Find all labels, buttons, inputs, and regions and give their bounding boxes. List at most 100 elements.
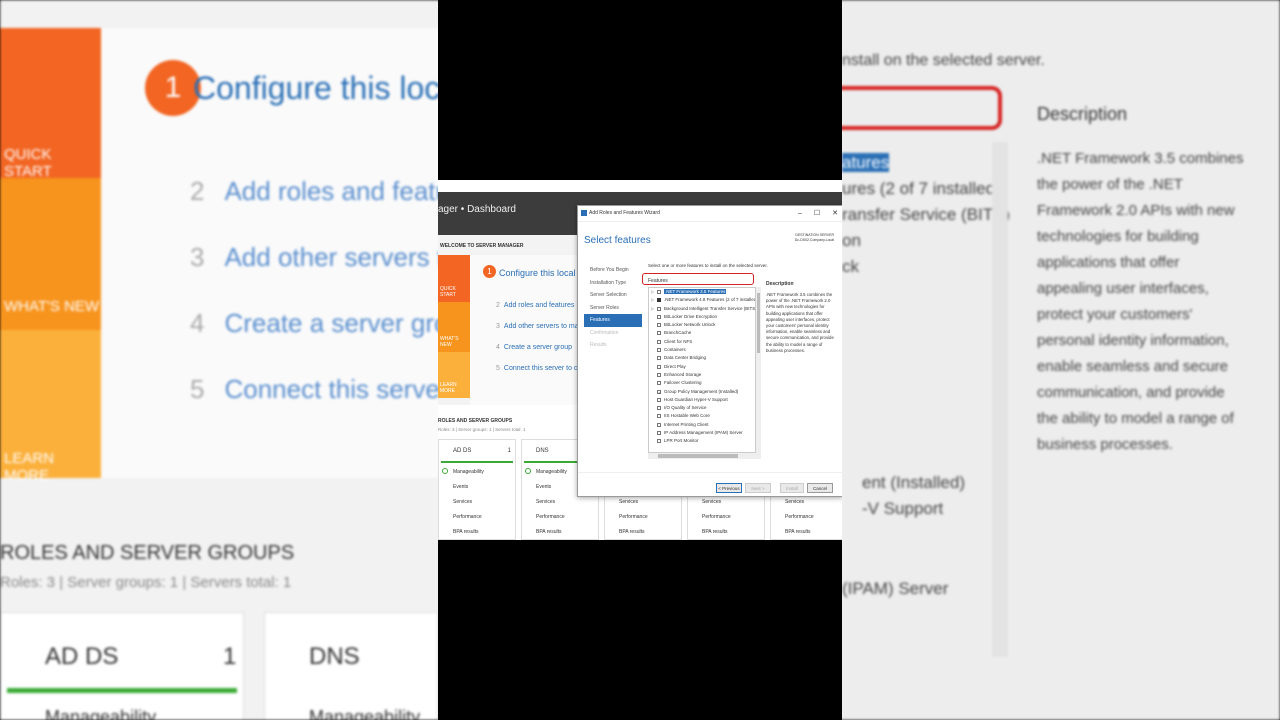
previous-button[interactable]: < Previous	[716, 483, 742, 493]
feature-checkbox[interactable]	[657, 406, 661, 411]
feature-checkbox[interactable]	[657, 306, 661, 311]
feature-checkbox[interactable]	[657, 290, 661, 294]
feature-checkbox[interactable]	[657, 414, 661, 419]
feature-item[interactable]: BitLocker Network Unlock	[649, 321, 755, 329]
wizard-nav-item[interactable]: Confirmation	[584, 327, 642, 340]
feature-item[interactable]: IP Address Management (IPAM) Server	[649, 429, 755, 437]
services-link[interactable]: Services	[453, 499, 472, 505]
feature-checkbox[interactable]	[657, 364, 661, 369]
performance-link[interactable]: Performance	[702, 514, 731, 520]
wizard-nav-item[interactable]: Installation Type	[584, 277, 642, 290]
expand-arrow-icon[interactable]: ▷	[651, 305, 654, 313]
wizard-nav-item[interactable]: Server Roles	[584, 302, 642, 315]
wizard-nav-item[interactable]: Features	[584, 314, 642, 327]
feature-item[interactable]: Internet Printing Client	[649, 421, 755, 429]
performance-link[interactable]: Performance	[785, 514, 814, 520]
services-link[interactable]: Services	[702, 499, 721, 505]
add-roles-link[interactable]: 2 Add roles and features	[496, 302, 574, 309]
performance-link[interactable]: Performance	[619, 514, 648, 520]
destination-server-name: Dc-DS02.Company.Local	[794, 238, 834, 242]
wizard-nav-item[interactable]: Before You Begin	[584, 264, 642, 277]
feature-item[interactable]: Group Policy Management (Installed)	[649, 388, 755, 397]
maximize-button[interactable]: ☐	[814, 210, 820, 217]
description-text: .NET Framework 3.5 combines the power of…	[766, 292, 834, 353]
feature-label: I/O Quality of Service	[664, 405, 707, 411]
events-link[interactable]: Events	[453, 484, 468, 490]
performance-link[interactable]: Performance	[536, 514, 565, 520]
services-link[interactable]: Services	[536, 499, 555, 505]
add-servers-link[interactable]: 3 Add other servers to mana	[496, 323, 586, 330]
whats-new-tile[interactable]: WHAT'S NEW	[438, 302, 470, 352]
learn-more-tile[interactable]: LEARN MORE	[438, 352, 470, 398]
feature-item[interactable]: Client for NFS	[649, 338, 755, 346]
description-title: Description	[766, 281, 794, 287]
quick-start-tile[interactable]: QUICK START	[438, 255, 470, 302]
feature-item[interactable]: ▷ .NET Framework 3.5 Features	[649, 288, 755, 296]
bpa-results-link[interactable]: BPA results	[619, 529, 644, 535]
next-button[interactable]: Next >	[745, 483, 771, 493]
feature-item[interactable]: Direct Play	[649, 363, 755, 371]
services-link[interactable]: Services	[619, 499, 638, 505]
feature-label: Internet Printing Client	[664, 421, 709, 427]
feature-checkbox[interactable]	[657, 323, 661, 328]
events-link[interactable]: Events	[536, 484, 551, 490]
feature-item[interactable]: Data Center Bridging	[649, 354, 755, 362]
feature-item[interactable]: IIS Hostable Web Core	[649, 412, 755, 420]
connect-cloud-link[interactable]: 5 Connect this server to clou	[496, 365, 587, 372]
feature-label: Client for NFS	[664, 338, 693, 344]
install-button[interactable]: Install	[780, 483, 804, 493]
cancel-button[interactable]: Cancel	[807, 483, 833, 493]
bg-instruction: nstall on the selected server.	[842, 52, 1045, 69]
feature-item[interactable]: Failover Clustering	[649, 379, 755, 387]
features-vertical-scrollbar[interactable]	[756, 287, 761, 453]
feature-item[interactable]: Enhanced Storage	[649, 371, 755, 379]
expand-arrow-icon[interactable]: ▷	[651, 288, 654, 296]
feature-checkbox[interactable]	[657, 381, 661, 386]
feature-checkbox[interactable]	[657, 348, 661, 353]
bpa-results-link[interactable]: BPA results	[536, 529, 561, 535]
feature-item[interactable]: Containers	[649, 346, 755, 354]
close-button[interactable]: ✕	[832, 210, 838, 217]
feature-item[interactable]: LPR Port Monitor	[649, 437, 755, 445]
feature-checkbox[interactable]	[657, 298, 661, 303]
performance-link[interactable]: Performance	[453, 514, 482, 520]
features-tree[interactable]: ▷ .NET Framework 3.5 Features ▷ .NET Framew…	[648, 287, 756, 453]
scroll-thumb[interactable]	[757, 293, 760, 353]
manageability-link[interactable]: Manageability	[536, 469, 567, 475]
bg-card-adds: AD DS 1 Manageability	[0, 612, 244, 720]
feature-item[interactable]: Host Guardian Hyper-V Support	[649, 396, 755, 404]
bg-feature-item: ck	[842, 257, 859, 276]
feature-item[interactable]: I/O Quality of Service	[649, 404, 755, 412]
feature-checkbox[interactable]	[657, 422, 661, 427]
feature-item[interactable]: ▷ Background Intelligent Transfer Service…	[649, 305, 755, 313]
feature-checkbox[interactable]	[657, 431, 661, 436]
feature-checkbox[interactable]	[657, 339, 661, 344]
create-group-link[interactable]: 4 Create a server group	[496, 344, 572, 351]
bpa-results-link[interactable]: BPA results	[453, 529, 478, 535]
feature-label: IP Address Management (IPAM) Server	[664, 430, 743, 436]
feature-item[interactable]: ▷ .NET Framework 4.8 Features (2 of 7 ins…	[649, 296, 755, 304]
manageability-link[interactable]: Manageability	[453, 469, 484, 475]
feature-checkbox[interactable]	[657, 314, 661, 319]
scroll-thumb[interactable]	[658, 454, 738, 458]
services-link[interactable]: Services	[785, 499, 804, 505]
feature-checkbox[interactable]	[657, 331, 661, 336]
feature-item[interactable]: BitLocker Drive Encryption	[649, 313, 755, 321]
bpa-results-link[interactable]: BPA results	[702, 529, 727, 535]
letterbox-bottom	[438, 540, 842, 720]
feature-checkbox[interactable]	[657, 397, 661, 402]
expand-arrow-icon[interactable]: ▷	[651, 296, 654, 304]
bpa-results-link[interactable]: BPA results	[785, 529, 810, 535]
role-card-adds[interactable]: AD DS 1 Manageability Events Services Pe…	[438, 439, 516, 540]
bg-description-title: Description	[1037, 104, 1128, 124]
minimize-button[interactable]: –	[798, 210, 802, 217]
wizard-nav-item[interactable]: Results	[584, 339, 642, 352]
feature-label: .NET Framework 4.8 Features (2 of 7 inst…	[664, 297, 756, 303]
feature-item[interactable]: BranchCache	[649, 329, 755, 337]
feature-checkbox[interactable]	[657, 439, 661, 444]
feature-checkbox[interactable]	[657, 372, 661, 377]
features-horizontal-scrollbar[interactable]	[648, 453, 761, 459]
wizard-nav-item[interactable]: Server Selection	[584, 289, 642, 302]
feature-checkbox[interactable]	[657, 356, 661, 361]
feature-checkbox[interactable]	[657, 389, 661, 397]
